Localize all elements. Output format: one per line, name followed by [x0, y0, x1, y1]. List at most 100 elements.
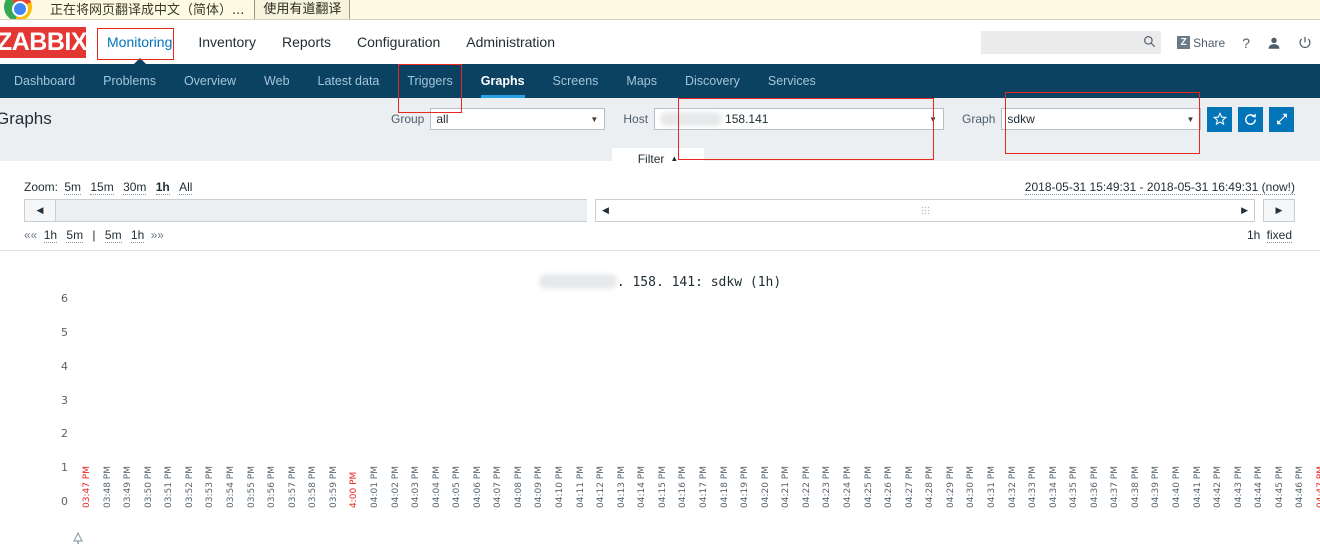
sub-navigation: Dashboard Problems Overview Web Latest d… [0, 64, 1320, 98]
subnav-item-discovery[interactable]: Discovery [671, 64, 754, 98]
help-button[interactable]: ? [1242, 35, 1250, 51]
x-axis-tick-label: 04:24 PM [842, 466, 853, 508]
filter-toggle-tab[interactable]: Filter ▲ [612, 148, 704, 169]
y-axis-tick-label: 5 [61, 325, 68, 339]
subnav-item-overview[interactable]: Overview [170, 64, 250, 98]
slider-selected-range[interactable]: ◀ ▶ [595, 199, 1255, 222]
zoom-option-all[interactable]: All [179, 180, 193, 195]
x-axis-tick-label: 04:36 PM [1089, 466, 1100, 508]
zoom-option-15m[interactable]: 15m [90, 180, 114, 195]
arrow-left-icon[interactable]: ◀ [602, 205, 609, 216]
time-range-label[interactable]: 2018-05-31 15:49:31 - 2018-05-31 16:49:3… [1024, 180, 1295, 195]
arrow-right-icon[interactable]: ▶ [1241, 205, 1248, 216]
menu-item-monitoring[interactable]: Monitoring [94, 21, 185, 65]
app-header: ZABBIX Monitoring Inventory Reports Conf… [0, 21, 1320, 65]
add-to-favorites-button[interactable] [1207, 106, 1233, 132]
refresh-icon [1245, 113, 1257, 125]
x-axis-tick-label: 04:31 PM [986, 466, 997, 508]
x-axis-tick-label: 04:11 PM [575, 466, 586, 508]
x-axis-tick-label: 04:04 PM [431, 466, 442, 508]
y-axis-tick-label: 2 [61, 427, 68, 441]
fixed-toggle[interactable]: fixed [1266, 228, 1292, 243]
search-box[interactable] [981, 31, 1162, 54]
nav-back-5m[interactable]: 5m [66, 228, 84, 243]
subnav-item-maps[interactable]: Maps [612, 64, 671, 98]
x-axis-tick-label: 04:35 PM [1069, 466, 1080, 508]
scroll-left-button[interactable]: ◀ [24, 199, 56, 222]
chevron-down-icon: ▼ [1186, 114, 1195, 124]
x-axis-tick-label: 04:19 PM [740, 466, 751, 508]
group-select[interactable]: all ▼ [430, 108, 606, 130]
x-axis-tick-label: 04:32 PM [1007, 466, 1018, 508]
chevron-down-icon: ▼ [929, 114, 937, 124]
search-input[interactable] [988, 34, 1144, 51]
x-axis-tick-label: 04:10 PM [555, 466, 566, 508]
chrome-translate-bar: 正在将网页翻译成中文（简体）... 使用有道翻译 [0, 0, 1320, 20]
subnav-item-web[interactable]: Web [250, 64, 303, 98]
power-icon[interactable] [1298, 36, 1312, 50]
x-axis-tick-label: 04:25 PM [863, 466, 874, 508]
subnav-item-problems[interactable]: Problems [89, 64, 170, 98]
subnav-item-graphs[interactable]: Graphs [467, 64, 539, 98]
time-period-row: 1h fixed [1246, 228, 1295, 243]
menu-item-reports[interactable]: Reports [269, 21, 344, 64]
zoom-label: Zoom: [24, 180, 59, 194]
zoom-option-5m[interactable]: 5m [64, 180, 82, 195]
x-axis-tick-label: 04:12 PM [596, 466, 607, 508]
x-axis-tick-label: 04:30 PM [966, 466, 977, 508]
subnav-item-services[interactable]: Services [754, 64, 830, 98]
x-axis-tick-label: 04:39 PM [1151, 466, 1162, 508]
x-axis-tick-label: 04:13 PM [616, 466, 627, 508]
subnav-item-screens[interactable]: Screens [539, 64, 613, 98]
menu-item-configuration[interactable]: Configuration [344, 21, 453, 64]
menu-item-inventory[interactable]: Inventory [185, 21, 269, 64]
y-axis-tick-label: 3 [61, 393, 68, 407]
refresh-button[interactable] [1238, 106, 1264, 132]
share-button[interactable]: Z Share [1177, 36, 1225, 50]
x-axis-tick-label: 04:08 PM [513, 466, 524, 508]
x-axis-tick-label: 04:29 PM [945, 466, 956, 508]
x-axis-tick-label: 03:59 PM [328, 466, 339, 508]
nav-jump-left-all[interactable]: «« [24, 228, 37, 242]
graph-select[interactable]: sdkw ▼ [1001, 108, 1202, 130]
subnav-item-dashboard[interactable]: Dashboard [0, 64, 89, 98]
page-title: Graphs [0, 109, 52, 128]
x-axis-tick-label: 04:15 PM [657, 466, 668, 508]
x-axis-tick-label: 04:23 PM [822, 466, 833, 508]
subnav-item-latest-data[interactable]: Latest data [304, 64, 394, 98]
translate-message: 正在将网页翻译成中文（简体）... [50, 2, 245, 18]
subnav-item-triggers[interactable]: Triggers [393, 64, 466, 98]
scroll-right-button[interactable]: ▶ [1263, 199, 1295, 222]
share-label: Share [1193, 35, 1226, 50]
chrome-logo-icon [4, 0, 32, 19]
x-axis-tick-label: 04:28 PM [925, 466, 936, 508]
menu-item-administration[interactable]: Administration [453, 21, 568, 64]
kiosk-mode-button[interactable] [1269, 106, 1295, 132]
slider-track-left[interactable] [56, 199, 587, 222]
period-label: 1h [1246, 228, 1261, 242]
x-axis-tick-label: 03:56 PM [267, 466, 278, 508]
host-redacted-prefix [660, 112, 723, 126]
nav-jump-right-all[interactable]: »» [151, 228, 164, 242]
graph-panel: . 158. 141: sdkw (1h) 03:47 PM 03:48 PM 03… [0, 250, 1320, 544]
x-axis-tick-label: 04:26 PM [884, 466, 895, 508]
host-select[interactable]: 158.141 ▼ [654, 108, 945, 130]
nav-forward-1h[interactable]: 1h [130, 228, 145, 243]
time-slider[interactable]: ◀ ◀ ▶ ▶ [24, 199, 1295, 222]
zoom-option-30m[interactable]: 30m [123, 180, 147, 195]
x-axis-tick-label: 04:43 PM [1233, 466, 1244, 508]
translate-provider-button[interactable]: 使用有道翻译 [254, 0, 351, 19]
search-icon[interactable] [1143, 35, 1156, 51]
nav-forward-5m[interactable]: 5m [104, 228, 122, 243]
x-axis-tick-label: 04:46 PM [1295, 466, 1306, 508]
drag-grip-icon[interactable] [921, 206, 930, 215]
group-field-label: Group [391, 112, 425, 126]
x-axis-tick-label: 04:34 PM [1048, 466, 1059, 508]
zoom-option-1h[interactable]: 1h [155, 180, 170, 195]
user-icon[interactable] [1267, 36, 1281, 50]
x-axis-tick-label: 4:00 PM [349, 471, 360, 508]
x-axis-tick-label: 04:14 PM [637, 466, 648, 508]
nav-back-1h[interactable]: 1h [43, 228, 58, 243]
zabbix-logo[interactable]: ZABBIX [0, 27, 88, 58]
graph-select-value: sdkw [1007, 112, 1035, 126]
